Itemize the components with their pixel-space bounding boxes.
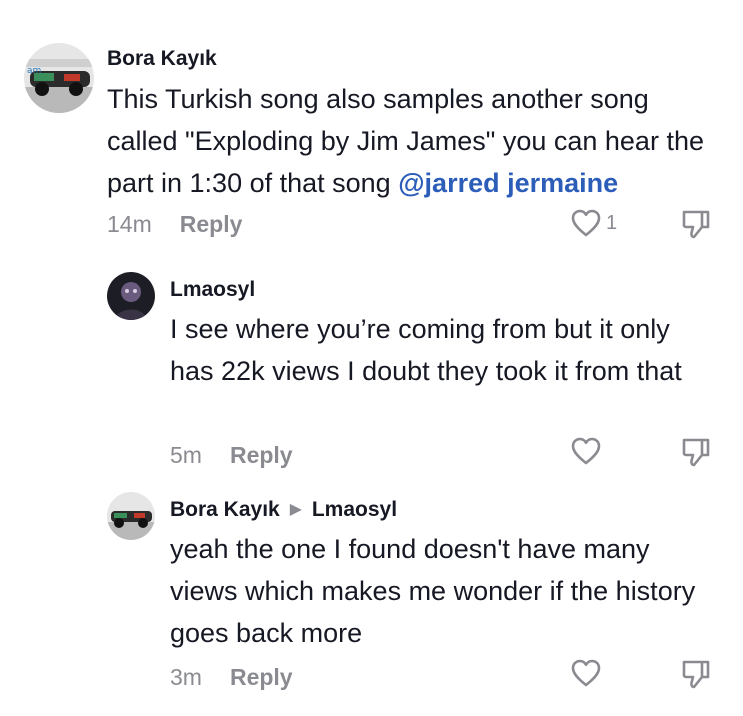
heart-icon [571, 209, 601, 237]
author-name[interactable]: Bora Kayık [170, 498, 280, 521]
reply-button[interactable]: Reply [230, 664, 293, 690]
race-car-photo-icon: am [24, 43, 94, 113]
comment-meta: 14m Reply [107, 211, 242, 238]
like-button[interactable] [570, 658, 602, 688]
thumbs-down-icon [682, 660, 710, 689]
comment-meta: 5m Reply [170, 442, 293, 469]
heart-icon [571, 659, 601, 687]
reply-button[interactable]: Reply [230, 442, 293, 468]
avatar[interactable] [107, 492, 155, 540]
timestamp: 14m [107, 211, 152, 237]
heart-icon [571, 437, 601, 465]
reply-button[interactable]: Reply [180, 211, 243, 237]
comment-text: I see where you’re coming from but it on… [170, 314, 682, 386]
comment-meta: 3m Reply [170, 664, 293, 691]
like-count: 1 [606, 211, 618, 234]
dislike-button[interactable] [680, 208, 712, 245]
timestamp: 3m [170, 664, 202, 690]
comment-top-level: am Bora Kayık This Turkish song also sam… [0, 0, 743, 260]
timestamp: 5m [170, 442, 202, 468]
dark-figure-photo-icon [107, 272, 155, 320]
svg-text:am: am [27, 66, 41, 76]
comment-author[interactable]: Lmaosyl [170, 278, 255, 302]
race-car-photo-icon [107, 492, 155, 540]
avatar[interactable]: am [24, 43, 94, 113]
comment-author[interactable]: Bora Kayık [107, 47, 217, 71]
like-button[interactable]: 1 [570, 208, 617, 238]
comment-text: yeah the one I found doesn't have many v… [170, 534, 696, 648]
reply-arrow-icon: ▶ [289, 501, 302, 518]
dislike-button[interactable] [680, 436, 712, 473]
comment-reply: Lmaosyl I see where you’re coming from b… [0, 260, 743, 480]
comment-author[interactable]: Bora Kayık ▶ Lmaosyl [170, 498, 397, 522]
mention-link[interactable]: @jarred jermaine [398, 168, 618, 198]
thumbs-down-icon [682, 210, 710, 239]
thumbs-down-icon [682, 438, 710, 467]
avatar[interactable] [107, 272, 155, 320]
comment-reply: Bora Kayık ▶ Lmaosyl yeah the one I found … [0, 480, 743, 716]
reply-to-name[interactable]: Lmaosyl [312, 498, 397, 521]
dislike-button[interactable] [680, 658, 712, 695]
like-button[interactable] [570, 436, 602, 466]
comment-text: This Turkish song also samples another s… [107, 78, 717, 204]
